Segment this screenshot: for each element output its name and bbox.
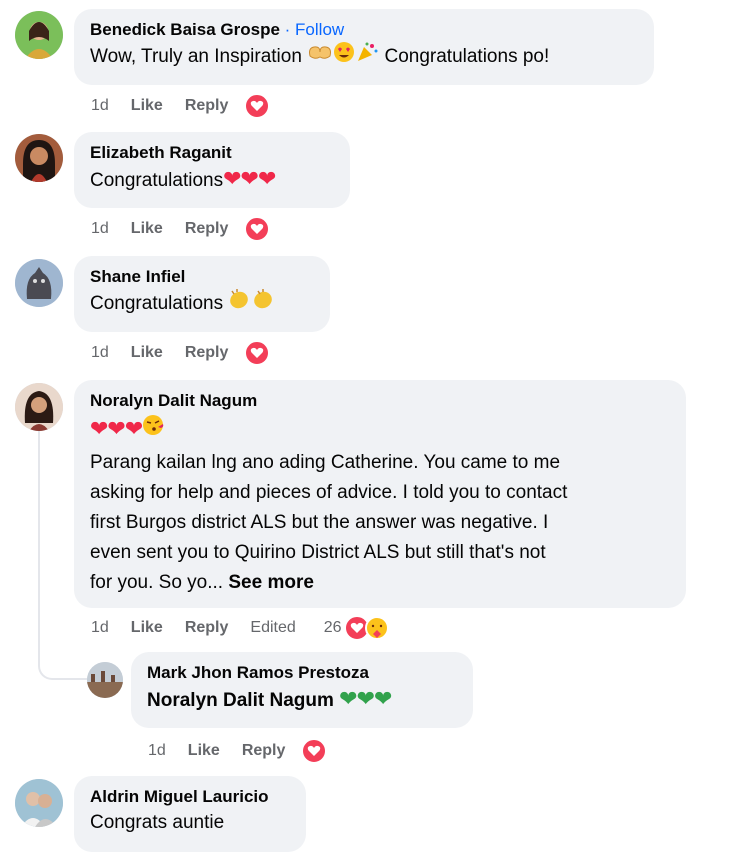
comment-actions: 1d Like Reply xyxy=(91,340,292,366)
author-name[interactable]: Aldrin Miguel Lauricio xyxy=(90,786,290,808)
heart-eyes-emoji-icon xyxy=(333,41,355,73)
reply-button[interactable]: Reply xyxy=(185,97,229,115)
timestamp[interactable]: 1d xyxy=(91,619,109,637)
red-hearts-emoji-icon: ❤❤❤ xyxy=(90,416,143,441)
like-button[interactable]: Like xyxy=(131,220,163,238)
comment-text: Congratulations❤❤❤ xyxy=(90,166,276,191)
author-name[interactable]: Benedick Baisa Grospe xyxy=(90,20,280,39)
comment-bubble: Benedick Baisa Grospe · Follow Wow, Trul… xyxy=(74,9,654,85)
avatar[interactable] xyxy=(15,134,63,182)
heart-reaction-icon[interactable] xyxy=(244,93,271,119)
mention-link[interactable]: Noralyn Dalit Nagum xyxy=(147,690,334,711)
comment-actions: 1d Like Reply xyxy=(91,216,292,242)
clapping-hands-emoji-icon xyxy=(228,288,276,320)
reply-button[interactable]: Reply xyxy=(185,220,229,238)
reply-button[interactable]: Reply xyxy=(242,742,286,760)
comment-bubble: Elizabeth Raganit Congratulations❤❤❤ xyxy=(74,132,350,208)
heart-reaction-icon[interactable] xyxy=(301,738,328,764)
comment-text: Congratulations xyxy=(90,288,314,320)
follow-link[interactable]: Follow xyxy=(295,20,344,39)
timestamp[interactable]: 1d xyxy=(148,742,166,760)
kissing-face-emoji-icon xyxy=(142,414,164,448)
avatar[interactable] xyxy=(15,11,63,59)
avatar[interactable] xyxy=(15,383,63,431)
heart-reaction-icon[interactable] xyxy=(244,340,271,366)
reply-button[interactable]: Reply xyxy=(185,344,229,362)
avatar[interactable] xyxy=(15,259,63,307)
reply-button[interactable]: Reply xyxy=(185,619,229,637)
like-button[interactable]: Like xyxy=(131,97,163,115)
timestamp[interactable]: 1d xyxy=(91,220,109,238)
timestamp[interactable]: 1d xyxy=(91,97,109,115)
timestamp[interactable]: 1d xyxy=(91,344,109,362)
care-reaction-icon[interactable] xyxy=(364,615,390,641)
comment-bubble: Mark Jhon Ramos Prestoza Noralyn Dalit N… xyxy=(131,652,473,728)
comment-text-line: for you. So yo... See more xyxy=(90,572,314,593)
green-hearts-emoji-icon: ❤❤❤ xyxy=(339,686,392,711)
author-name[interactable]: Noralyn Dalit Nagum xyxy=(90,390,670,412)
red-hearts-emoji-icon: ❤❤❤ xyxy=(223,166,276,191)
comment-text: Noralyn Dalit Nagum ❤❤❤ xyxy=(147,684,457,716)
see-more-link[interactable]: See more xyxy=(228,572,314,593)
reaction-count[interactable]: 26 xyxy=(324,619,342,637)
comment-actions: 1d Like Reply xyxy=(91,93,292,119)
comment-text-line: asking for help and pieces of advice. I … xyxy=(90,482,568,503)
comment-text-line: first Burgos district ALS but the answer… xyxy=(90,512,549,533)
comment-actions: 1d Like Reply Edited 26 xyxy=(91,615,390,641)
author-name[interactable]: Elizabeth Raganit xyxy=(90,142,334,164)
comment-bubble: Noralyn Dalit Nagum ❤❤❤ Parang kailan ln… xyxy=(74,380,686,608)
like-button[interactable]: Like xyxy=(131,619,163,637)
comment-text: Congrats auntie xyxy=(90,812,225,833)
heart-hands-emoji-icon xyxy=(307,42,333,72)
comment-text: Wow, Truly an Inspiration Congratulation… xyxy=(90,41,638,73)
comment-actions: 1d Like Reply xyxy=(148,738,349,764)
avatar[interactable] xyxy=(87,662,123,698)
like-button[interactable]: Like xyxy=(188,742,220,760)
comment-bubble: Shane Infiel Congratulations xyxy=(74,256,330,332)
party-popper-emoji-icon xyxy=(355,41,379,73)
like-button[interactable]: Like xyxy=(131,344,163,362)
comment-bubble: Aldrin Miguel Lauricio Congrats auntie xyxy=(74,776,306,852)
avatar[interactable] xyxy=(15,779,63,827)
heart-reaction-icon[interactable] xyxy=(244,216,271,242)
emoji-line: ❤❤❤ xyxy=(90,412,670,448)
comment-text-line: Parang kailan lng ano ading Catherine. Y… xyxy=(90,452,561,473)
author-name[interactable]: Mark Jhon Ramos Prestoza xyxy=(147,662,457,684)
author-name[interactable]: Shane Infiel xyxy=(90,266,314,288)
edited-label: Edited xyxy=(250,619,296,636)
comment-text-line: even sent you to Quirino District ALS bu… xyxy=(90,542,546,563)
